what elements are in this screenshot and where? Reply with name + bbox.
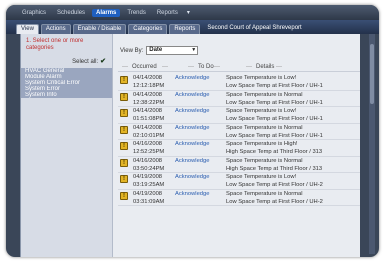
scrollbar[interactable] <box>369 34 375 254</box>
table-row[interactable]: ! 04/16/2008 12:52:25PM Acknowledge Spac… <box>118 140 360 157</box>
warning-icon: ! <box>120 191 128 200</box>
column-todo[interactable]: To Do <box>198 64 214 70</box>
nav-trends[interactable]: Trends <box>123 9 149 17</box>
alarm-source: High Space Temp at Third Floor / 313 <box>226 149 323 155</box>
alarm-source: Low Space Temp at First Floor / UH-2 <box>226 198 323 205</box>
alarm-detail: Space Temperature is High! <box>226 141 298 147</box>
alarm-time: 12:38:22PM <box>133 99 165 106</box>
nav-alarms[interactable]: Alarms <box>92 8 121 17</box>
warning-icon: ! <box>120 158 128 167</box>
nav-schedules[interactable]: Schedules <box>53 9 89 17</box>
view-by: View By: Date ▼ <box>120 46 199 55</box>
scrollbar-thumb[interactable] <box>370 44 374 104</box>
acknowledge-link[interactable]: Acknowledge <box>175 158 209 164</box>
chevron-down-icon[interactable]: ▾ <box>187 9 190 16</box>
alarm-time: 12:52:25PM <box>133 149 165 155</box>
alarm-time: 01:51:08PM <box>133 116 165 122</box>
tab-actions[interactable]: Actions <box>40 24 71 34</box>
alarm-detail: Space Temperature is Normal <box>226 190 303 197</box>
category-instruction: 1. Select one or more categories <box>26 38 84 51</box>
warning-icon: ! <box>120 125 128 134</box>
category-sidebar: 1. Select one or more categories Select … <box>21 34 113 257</box>
page-title: Second Court of Appeal Shreveport <box>207 25 302 31</box>
tab-reports[interactable]: Reports <box>169 24 201 34</box>
category-item[interactable]: System Info <box>21 92 112 98</box>
acknowledge-link[interactable]: Acknowledge <box>175 92 209 98</box>
app-window: Graphics Schedules Alarms Trends Reports… <box>6 5 379 257</box>
category-list: HVAC General Module Alarm System Critica… <box>21 68 112 98</box>
alarm-source: Low Space Temp at First Floor / UH-1 <box>226 132 323 139</box>
table-row[interactable]: ! 04/19/2008 03:19:25AM Acknowledge Spac… <box>118 173 360 190</box>
alarm-source: Low Space Temp at First Floor / UH-1 <box>226 116 323 122</box>
alarm-detail: Space Temperature is Low! <box>226 174 297 180</box>
nav-graphics[interactable]: Graphics <box>18 9 50 17</box>
warning-icon: ! <box>120 175 128 183</box>
alarm-panel: 1. Select one or more categories Select … <box>20 34 360 257</box>
column-occurred[interactable]: Occurred <box>132 64 157 70</box>
table-row[interactable]: ! 04/14/2008 12:12:18PM Acknowledge Spac… <box>118 74 360 91</box>
alarm-detail: Space Temperature is Normal <box>226 124 303 131</box>
acknowledge-link[interactable]: Acknowledge <box>175 174 209 180</box>
alarm-time: 12:12:18PM <box>133 83 165 89</box>
tab-enable-disable[interactable]: Enable / Disable <box>72 24 127 34</box>
alarm-date: 04/19/2008 <box>133 174 163 180</box>
alarm-time: 02:10:01PM <box>133 132 165 139</box>
tab-view[interactable]: View <box>16 24 39 34</box>
alarm-detail: Space Temperature is Normal <box>226 157 303 164</box>
acknowledge-link[interactable]: Acknowledge <box>175 108 209 114</box>
alarm-date: 04/14/2008 <box>133 75 163 81</box>
alarm-list-area: View By: Date ▼ — Occurred — — To Do — —… <box>114 34 360 257</box>
alarm-detail: Space Temperature is Normal <box>226 91 303 98</box>
alarm-time: 03:50:24PM <box>133 165 165 172</box>
select-all[interactable]: Select all: ✔ <box>21 52 112 65</box>
chevron-down-icon: ▼ <box>191 47 197 53</box>
table-row[interactable]: ! 04/19/2008 03:31:09AM Acknowledge Spac… <box>118 190 360 206</box>
view-by-select[interactable]: Date ▼ <box>146 46 199 55</box>
acknowledge-link[interactable]: Acknowledge <box>175 191 209 197</box>
alarm-time: 03:31:09AM <box>133 198 165 205</box>
acknowledge-link[interactable]: Acknowledge <box>175 125 209 131</box>
table-header: — Occurred — — To Do — — Details — <box>118 63 360 72</box>
checkmark-icon[interactable]: ✔ <box>100 58 106 65</box>
alarm-date: 04/16/2008 <box>133 157 163 164</box>
tab-categories[interactable]: Categories <box>128 24 168 34</box>
acknowledge-link[interactable]: Acknowledge <box>175 141 209 147</box>
table-row[interactable]: ! 04/16/2008 03:50:24PM Acknowledge Spac… <box>118 157 360 173</box>
alarm-source: Low Space Temp at First Floor / UH-1 <box>226 83 323 89</box>
column-details[interactable]: Details <box>256 64 274 70</box>
alarm-source: High Space Temp at Third Floor / 313 <box>226 165 323 172</box>
select-all-label: Select all: <box>72 59 99 65</box>
warning-icon: ! <box>120 92 128 101</box>
sub-tabs: View Actions Enable / Disable Categories… <box>6 20 379 34</box>
alarm-time: 03:19:25AM <box>133 182 165 188</box>
alarm-detail: Space Temperature is Low! <box>226 75 297 81</box>
warning-icon: ! <box>120 76 128 84</box>
alarm-source: Low Space Temp at First Floor / UH-2 <box>226 182 323 188</box>
warning-icon: ! <box>120 142 128 150</box>
view-by-value: Date <box>149 47 163 53</box>
alarm-date: 04/16/2008 <box>133 141 163 147</box>
alarm-date: 04/14/2008 <box>133 124 163 131</box>
alarm-date: 04/14/2008 <box>133 108 163 114</box>
acknowledge-link[interactable]: Acknowledge <box>175 75 209 81</box>
top-nav: Graphics Schedules Alarms Trends Reports… <box>6 5 379 20</box>
alarm-detail: Space Temperature is Low! <box>226 108 297 114</box>
alarm-date: 04/14/2008 <box>133 91 163 98</box>
view-by-label: View By: <box>120 47 144 54</box>
table-row[interactable]: ! 04/14/2008 12:38:22PM Acknowledge Spac… <box>118 91 360 107</box>
warning-icon: ! <box>120 109 128 117</box>
alarm-rows: ! 04/14/2008 12:12:18PM Acknowledge Spac… <box>118 74 360 206</box>
table-row[interactable]: ! 04/14/2008 01:51:08PM Acknowledge Spac… <box>118 107 360 124</box>
alarm-source: Low Space Temp at First Floor / UH-1 <box>226 99 323 106</box>
nav-reports[interactable]: Reports <box>153 9 182 17</box>
table-row[interactable]: ! 04/14/2008 02:10:01PM Acknowledge Spac… <box>118 124 360 140</box>
alarm-date: 04/19/2008 <box>133 190 163 197</box>
